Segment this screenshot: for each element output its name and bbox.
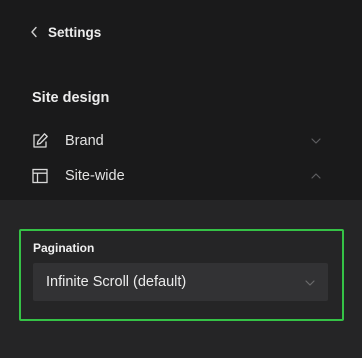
pagination-setting-group: Pagination Infinite Scroll (default) — [19, 229, 344, 321]
chevron-up-icon — [310, 169, 322, 181]
chevron-down-icon — [310, 134, 322, 146]
nav-item-label: Site-wide — [65, 168, 125, 184]
nav-item-site-wide[interactable]: Site-wide — [30, 163, 330, 189]
section-title-site-design: Site design — [32, 90, 110, 106]
layout-icon — [30, 166, 50, 186]
nav-item-brand[interactable]: Brand — [30, 128, 330, 154]
chevron-down-icon — [304, 276, 316, 288]
pagination-selected-value: Infinite Scroll (default) — [46, 274, 187, 290]
back-to-settings-link[interactable]: Settings — [30, 22, 101, 42]
chevron-left-icon — [30, 22, 42, 42]
pencil-edit-icon — [30, 131, 50, 151]
nav-item-label: Brand — [65, 133, 104, 149]
pagination-select[interactable]: Infinite Scroll (default) — [33, 263, 328, 301]
pagination-label: Pagination — [33, 241, 95, 255]
back-link-label: Settings — [48, 24, 102, 40]
